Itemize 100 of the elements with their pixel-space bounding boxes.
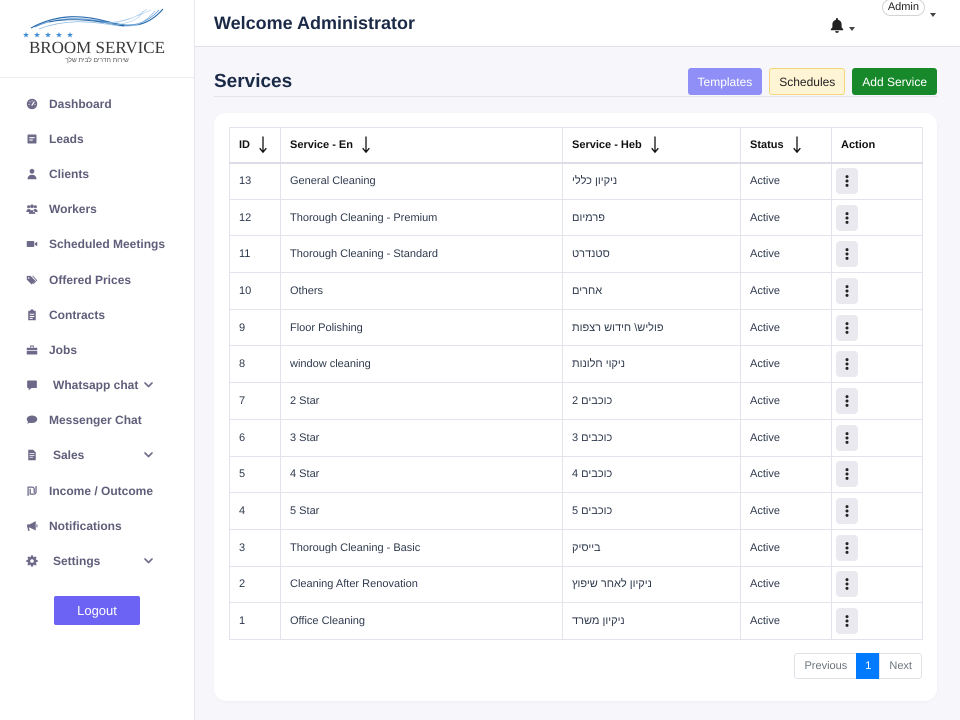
row-menu-button[interactable] — [836, 204, 858, 231]
table-cell: 3 — [230, 529, 280, 566]
sidebar-item[interactable]: Scheduled Meetings — [0, 226, 194, 262]
row-menu-button[interactable] — [836, 534, 858, 561]
sidebar-item[interactable]: Clients — [0, 156, 194, 192]
table-cell: 10 — [230, 272, 280, 310]
star-icon — [23, 32, 29, 38]
sort-arrow-icon[interactable] — [259, 136, 267, 154]
table-cell: window cleaning — [280, 346, 562, 383]
logout-button[interactable]: Logout — [54, 596, 140, 625]
column-header[interactable]: Service - En — [280, 128, 562, 162]
list-icon — [26, 132, 38, 145]
table-cell: General Cleaning — [280, 162, 562, 200]
table-cell: Floor Polishing — [280, 309, 562, 346]
vertical-dots-icon — [845, 175, 849, 188]
table-cell: Active — [740, 272, 832, 310]
star-icon — [45, 32, 51, 38]
table-cell: ניקיון משרד — [562, 602, 740, 640]
sort-arrow-icon[interactable] — [650, 136, 659, 154]
notifications-button[interactable] — [828, 17, 855, 33]
star-icon — [67, 32, 73, 38]
table-cell: ניקיון לאחר שיפוץ — [562, 566, 740, 603]
sidebar-item[interactable]: Offered Prices — [0, 262, 194, 298]
page-greeting: Welcome Administrator — [214, 12, 416, 34]
table-cell: 2 — [230, 566, 280, 603]
sidebar-item[interactable]: Dashboard — [0, 86, 194, 122]
table-cell: 2 Star — [280, 382, 562, 420]
table-cell: 13 — [230, 162, 280, 200]
table-cell: בייסיק — [562, 529, 740, 566]
user-icon — [26, 168, 38, 180]
table-cell: Active — [740, 602, 832, 640]
row-menu-button[interactable] — [836, 351, 858, 378]
sidebar-item[interactable]: Settings — [0, 543, 194, 579]
shekel-icon — [26, 484, 38, 497]
table-cell: 9 — [230, 309, 280, 346]
table-cell: 6 — [230, 419, 280, 456]
row-menu-button[interactable] — [836, 168, 858, 194]
star-icon — [56, 32, 62, 38]
row-menu-button[interactable] — [836, 424, 858, 451]
sort-arrow-icon[interactable] — [362, 136, 370, 154]
megaphone-icon — [26, 520, 38, 532]
table-cell: פרמיום — [562, 199, 740, 236]
row-menu-button[interactable] — [836, 388, 858, 414]
table-cell: Active — [740, 236, 832, 273]
schedules-button[interactable]: Schedules — [769, 68, 846, 95]
table-cell: Active — [740, 419, 832, 456]
vertical-dots-icon — [845, 432, 849, 444]
column-header: Action — [832, 128, 922, 162]
table-cell: Office Cleaning — [280, 602, 562, 640]
sidebar-item[interactable]: Contracts — [0, 297, 194, 332]
row-menu-button[interactable] — [836, 241, 858, 268]
add-service-button[interactable]: Add Service — [852, 68, 937, 95]
table-cell: Thorough Cleaning - Standard — [280, 236, 562, 273]
users-icon — [26, 203, 38, 216]
sidebar-item[interactable]: Workers — [0, 192, 194, 227]
sidebar-item[interactable]: Notifications — [0, 508, 194, 544]
table-cell: ניקיון כללי — [562, 162, 740, 200]
table-cell: 12 — [230, 199, 280, 236]
vertical-dots-icon — [845, 542, 849, 554]
caret-icon[interactable] — [930, 13, 936, 17]
table-cell: Others — [280, 272, 562, 310]
table-cell: Active — [740, 382, 832, 420]
table-cell: Active — [740, 456, 832, 493]
table-cell: 1 — [230, 602, 280, 640]
table-cell: Thorough Cleaning - Premium — [280, 199, 562, 236]
table-cell: אחרים — [562, 272, 740, 310]
table-cell: Active — [740, 566, 832, 603]
column-header[interactable]: Service - Heb — [562, 128, 740, 162]
row-menu-button[interactable] — [836, 498, 858, 524]
user-menu-button[interactable]: Admin — [882, 0, 925, 16]
table-cell: Thorough Cleaning - Basic — [280, 529, 562, 566]
row-menu-button[interactable] — [836, 571, 858, 598]
sidebar-item[interactable]: Messenger Chat — [0, 402, 194, 438]
table-cell: 3 Star — [280, 419, 562, 456]
sidebar-item[interactable]: Income / Outcome — [0, 473, 194, 508]
document-icon — [26, 449, 38, 462]
sidebar-item[interactable]: Sales — [0, 438, 194, 474]
sort-arrow-icon[interactable] — [792, 136, 801, 154]
row-menu-button[interactable] — [836, 314, 858, 341]
table-cell: 4 — [230, 492, 280, 530]
sidebar-item[interactable]: Whatsapp chat — [0, 368, 194, 403]
page-button[interactable]: 1 — [856, 652, 880, 679]
comment-icon — [26, 414, 38, 426]
table-cell: Active — [740, 346, 832, 383]
sidebar-item[interactable]: Jobs — [0, 332, 194, 368]
column-header[interactable]: Status — [740, 128, 832, 162]
table-cell: 5 Star — [280, 492, 562, 530]
briefcase-icon — [26, 344, 38, 356]
table-cell: כוכבים 2 — [562, 382, 740, 420]
table-cell: Cleaning After Renovation — [280, 566, 562, 603]
row-menu-button[interactable] — [836, 278, 858, 304]
column-header[interactable]: ID — [230, 128, 280, 162]
vertical-dots-icon — [845, 578, 849, 590]
vertical-dots-icon — [845, 394, 849, 407]
row-menu-button[interactable] — [836, 608, 858, 634]
clipboard-icon — [26, 308, 38, 321]
row-menu-button[interactable] — [836, 461, 858, 488]
sidebar-item[interactable]: Leads — [0, 121, 194, 156]
vertical-dots-icon — [845, 212, 849, 224]
star-icon — [34, 32, 40, 38]
